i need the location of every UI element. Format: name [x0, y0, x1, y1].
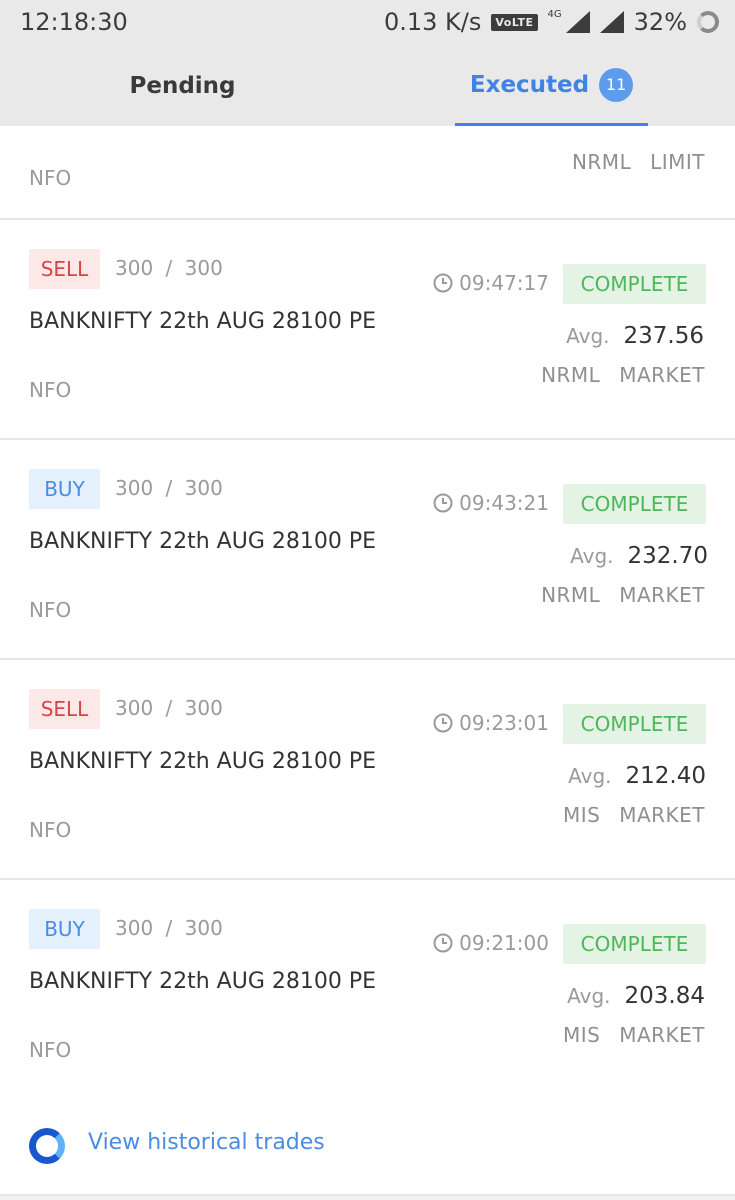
- network-speed: 0.13 K/s: [383, 8, 482, 36]
- history-logo-icon: [29, 1128, 65, 1164]
- avg-value: 237.56: [623, 323, 704, 349]
- order-product-type: MIS MARKET: [563, 1023, 705, 1047]
- clock-icon: [433, 493, 453, 513]
- order-side-badge: SELL: [29, 249, 100, 289]
- avg-label: Avg.: [568, 764, 612, 788]
- order-type: MARKET: [619, 583, 705, 607]
- avg-label: Avg.: [570, 544, 614, 568]
- order-instrument: BANKNIFTY 22th AUG 28100 PE: [29, 749, 377, 774]
- order-type: MARKET: [619, 803, 705, 827]
- order-product: NRML: [571, 150, 632, 174]
- order-side-badge: BUY: [29, 909, 100, 949]
- order-quantity: 300 / 300: [115, 476, 223, 500]
- order-exchange: NFO: [29, 818, 72, 842]
- order-product-type: MIS MARKET: [563, 803, 705, 827]
- order-quantity: 300 / 300: [115, 256, 223, 280]
- signal-icon-2: [599, 11, 624, 33]
- order-tabs: Pending Executed 11: [0, 46, 735, 126]
- executed-count-badge: 11: [599, 67, 634, 102]
- order-time-value: 09:47:17: [459, 271, 549, 295]
- order-instrument: BANKNIFTY 22th AUG 28100 PE: [29, 529, 377, 554]
- order-time: 09:47:17: [433, 271, 549, 295]
- order-product: MIS: [562, 1023, 601, 1047]
- clock-icon: [433, 933, 453, 953]
- order-avg-price: Avg. 203.84: [567, 983, 705, 1009]
- clock-icon: [433, 713, 453, 733]
- order-status-badge: COMPLETE: [563, 924, 706, 964]
- order-row[interactable]: SELL 300 / 300 09:23:01 COMPLETE BANKNIF…: [0, 660, 735, 880]
- tab-pending[interactable]: Pending: [110, 46, 255, 126]
- order-time: 09:43:21: [433, 491, 549, 515]
- order-product-type: NRML MARKET: [541, 363, 705, 387]
- order-avg-price: Avg. 237.56: [566, 323, 704, 349]
- order-row[interactable]: BUY 300 / 300 09:43:21 COMPLETE BANKNIFT…: [0, 440, 735, 660]
- status-indicators: 0.13 K/s VoLTE 4G 32%: [384, 8, 719, 36]
- order-product: NRML: [541, 583, 601, 607]
- order-time-value: 09:43:21: [459, 491, 549, 515]
- order-product-type: NRML MARKET: [541, 583, 705, 607]
- order-quantity: 300 / 300: [115, 696, 223, 720]
- order-type: MARKET: [619, 363, 705, 387]
- avg-value: 203.84: [624, 983, 705, 1009]
- order-status-badge: COMPLETE: [563, 704, 706, 744]
- clock-icon: [433, 273, 453, 293]
- order-avg-price: Avg. 232.70: [570, 543, 708, 569]
- order-row[interactable]: SELL 300 / 300 09:47:17 COMPLETE BANKNIF…: [0, 220, 735, 440]
- order-exchange: NFO: [29, 1038, 72, 1062]
- view-historical-trades-row[interactable]: View historical trades: [0, 1098, 735, 1196]
- signal-icon: [565, 11, 590, 33]
- order-status-badge: COMPLETE: [563, 264, 706, 304]
- order-row-partial[interactable]: NRML LIMIT NFO: [0, 126, 735, 220]
- avg-label: Avg.: [567, 984, 611, 1008]
- battery-icon: [697, 11, 719, 33]
- status-time: 12:18:30: [20, 8, 128, 36]
- order-exchange: NFO: [29, 378, 72, 402]
- order-side-badge: BUY: [29, 469, 100, 509]
- order-list: NRML LIMIT NFO SELL 300 / 300 09:47:17 C…: [0, 126, 735, 1100]
- order-exchange: NFO: [29, 598, 72, 622]
- volte-icon: VoLTE: [491, 13, 538, 31]
- order-row[interactable]: BUY 300 / 300 09:21:00 COMPLETE BANKNIFT…: [0, 880, 735, 1100]
- order-product: MIS: [562, 803, 601, 827]
- network-type: 4G: [547, 8, 562, 20]
- order-time: 09:21:00: [433, 931, 549, 955]
- order-type: LIMIT: [650, 150, 705, 174]
- battery-percent: 32%: [633, 8, 687, 36]
- order-product-type: NRML LIMIT: [572, 150, 705, 174]
- view-historical-trades-link[interactable]: View historical trades: [88, 1130, 325, 1155]
- order-avg-price: Avg. 212.40: [568, 763, 706, 789]
- order-product: NRML: [541, 363, 601, 387]
- avg-label: Avg.: [566, 324, 610, 348]
- tab-pending-label: Pending: [129, 73, 236, 99]
- order-time: 09:23:01: [433, 711, 549, 735]
- order-time-value: 09:21:00: [459, 931, 549, 955]
- order-time-value: 09:23:01: [459, 711, 549, 735]
- order-instrument: BANKNIFTY 22th AUG 28100 PE: [29, 969, 377, 994]
- tab-executed[interactable]: Executed 11: [455, 46, 648, 126]
- order-side-badge: SELL: [29, 689, 100, 729]
- status-bar: 12:18:30 0.13 K/s VoLTE 4G 32%: [0, 0, 735, 46]
- order-exchange: NFO: [29, 166, 72, 190]
- order-status-badge: COMPLETE: [563, 484, 706, 524]
- avg-value: 212.40: [625, 763, 706, 789]
- avg-value: 232.70: [627, 543, 708, 569]
- tab-executed-label: Executed: [469, 71, 590, 98]
- order-quantity: 300 / 300: [115, 916, 223, 940]
- order-type: MARKET: [619, 1023, 705, 1047]
- order-instrument: BANKNIFTY 22th AUG 28100 PE: [29, 309, 377, 334]
